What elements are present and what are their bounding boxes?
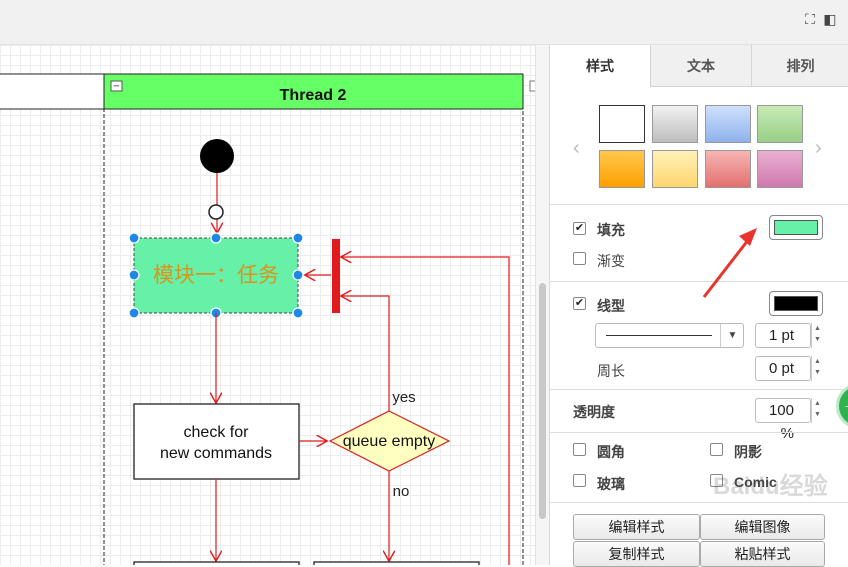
style-swatch-red[interactable] (705, 150, 751, 188)
line-style-select[interactable]: ▼ (595, 323, 744, 348)
opacity-label: 透明度 (573, 404, 615, 420)
fullscreen-icon[interactable]: ⛶ (802, 11, 818, 27)
canvas-scrollbar[interactable] (535, 45, 549, 565)
perimeter-stepper-icon[interactable]: ▲ ▼ (811, 356, 823, 381)
fork-bar[interactable] (332, 239, 340, 313)
swatch-prev-icon[interactable]: ‹ (573, 137, 580, 160)
check-line-1: check for (184, 424, 250, 441)
divider (550, 204, 848, 205)
line-color-button[interactable] (769, 291, 823, 316)
panel-toggle-icon[interactable]: ◧ (822, 11, 838, 27)
shadow-label: 阴影 (734, 444, 762, 460)
tab-text[interactable]: 文本 (650, 45, 751, 87)
no-label: no (393, 483, 410, 500)
opacity-stepper-icon[interactable]: ▲ ▼ (811, 398, 823, 423)
diagram-svg: − Thread 2 模块一：任务 check for new commands… (0, 73, 535, 565)
check-line-2: new commands (160, 445, 272, 462)
yes-label: yes (392, 389, 415, 406)
perimeter-input[interactable]: 0 pt (755, 356, 811, 381)
style-swatch-purple[interactable] (757, 150, 803, 188)
style-swatch-yellow[interactable] (652, 150, 698, 188)
start-node[interactable] (200, 139, 234, 173)
style-swatch-green[interactable] (757, 105, 803, 143)
format-tabs: 样式 文本 排列 (550, 45, 848, 87)
fill-color-swatch (774, 220, 818, 235)
divider (550, 281, 848, 282)
gradient-label: 渐变 (597, 253, 625, 269)
lane-1-header[interactable] (0, 73, 105, 110)
chevron-down-icon[interactable]: ▼ (720, 324, 744, 347)
glass-checkbox[interactable] (573, 474, 586, 487)
gradient-checkbox[interactable] (573, 252, 586, 265)
divider (550, 432, 848, 433)
tab-style[interactable]: 样式 (550, 45, 650, 87)
edge-loop-back[interactable] (342, 257, 510, 565)
rounded-label: 圆角 (597, 444, 625, 460)
paste-style-button[interactable]: 粘贴样式 (700, 541, 825, 567)
scrollbar-thumb[interactable] (539, 283, 546, 519)
line-checkbox[interactable]: ✔ (573, 297, 586, 310)
fill-label: 填充 (597, 222, 625, 238)
line-label: 线型 (597, 298, 625, 314)
edit-image-button[interactable]: 编辑图像 (700, 514, 825, 540)
rotate-handle-icon[interactable] (208, 204, 224, 220)
fill-color-button[interactable] (769, 215, 823, 240)
line-width-input[interactable]: 1 pt (755, 323, 811, 348)
line-style-preview (606, 335, 712, 336)
rounded-checkbox[interactable] (573, 443, 586, 456)
perimeter-label: 周长 (597, 363, 625, 379)
swimlane-title: Thread 2 (280, 87, 347, 104)
check-commands-node[interactable] (133, 403, 300, 480)
selected-task-label: 模块一：任务 (153, 264, 279, 287)
top-toolbar: ⛶ ◧ (0, 0, 848, 45)
copy-style-button[interactable]: 复制样式 (573, 541, 700, 567)
line-color-swatch (774, 296, 818, 311)
fill-checkbox[interactable]: ✔ (573, 222, 586, 235)
opacity-input[interactable]: 100 % (755, 398, 811, 442)
decision-label: queue empty (343, 433, 436, 450)
line-width-stepper-icon[interactable]: ▲ ▼ (811, 323, 823, 348)
swatch-next-icon[interactable]: › (815, 137, 822, 160)
style-swatch-blue[interactable] (705, 105, 751, 143)
tab-arrange[interactable]: 排列 (751, 45, 848, 87)
shadow-checkbox[interactable] (710, 443, 723, 456)
diagram-canvas[interactable]: − Thread 2 模块一：任务 check for new commands… (0, 45, 535, 565)
style-swatch-orange[interactable] (599, 150, 645, 188)
collapse-glyph: − (113, 81, 119, 93)
edge-yes[interactable] (342, 296, 390, 411)
style-swatch-white[interactable] (599, 105, 645, 143)
divider (550, 389, 848, 390)
style-swatch-gray[interactable] (652, 105, 698, 143)
edit-style-button[interactable]: 编辑样式 (573, 514, 700, 540)
glass-label: 玻璃 (597, 476, 625, 492)
swimlane-thread-2[interactable] (103, 73, 524, 565)
divider (550, 502, 848, 503)
watermark: Baidu经验 (713, 473, 828, 500)
